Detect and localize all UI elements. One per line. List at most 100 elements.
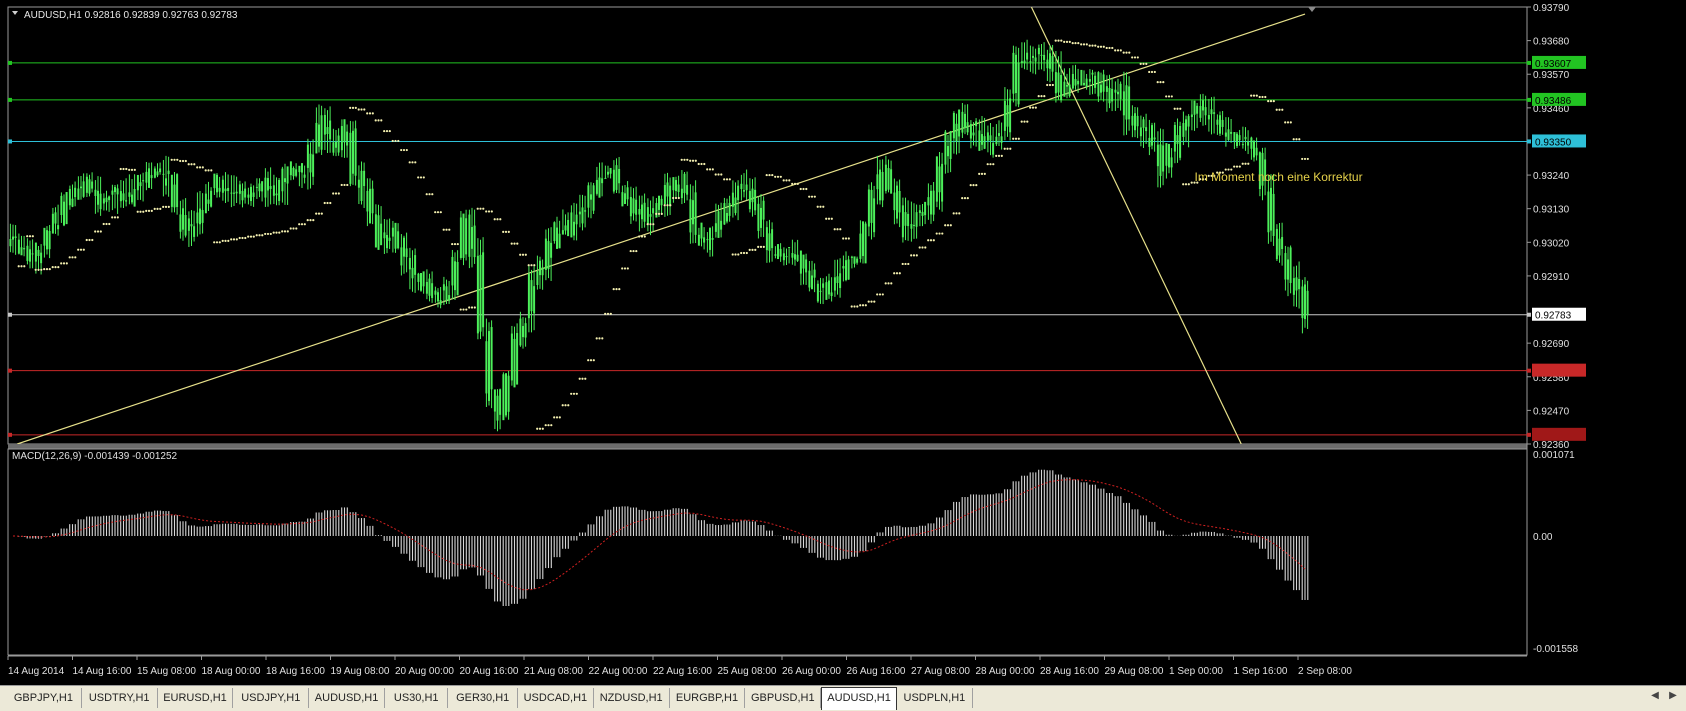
candle-body: [1202, 100, 1204, 111]
sar-dot: [170, 158, 173, 161]
tab-audusd-h1[interactable]: AUDUSD,H1: [309, 688, 385, 708]
tab-gbpjpy-h1[interactable]: GBPJPY,H1: [6, 688, 82, 708]
candle-body: [709, 228, 711, 250]
tab-eurusd-h1[interactable]: EURUSD,H1: [158, 688, 234, 708]
sar-dot: [978, 172, 981, 175]
candle-body: [182, 208, 184, 230]
price-level-badge: [1532, 363, 1586, 377]
time-tick-label: 22 Aug 00:00: [589, 666, 648, 677]
sar-dot: [980, 172, 984, 175]
candle-body: [434, 290, 437, 295]
candle-body: [1219, 115, 1221, 134]
candle-body: [1003, 100, 1006, 131]
chart-window[interactable]: AUDUSD,H1 0.92816 0.92839 0.92763 0.9278…: [0, 0, 1686, 711]
candle-body: [913, 224, 915, 226]
chart-canvas[interactable]: AUDUSD,H1 0.92816 0.92839 0.92763 0.9278…: [0, 0, 1686, 685]
sar-dot: [918, 246, 921, 249]
candle-body: [1236, 133, 1238, 147]
candle-body: [1051, 55, 1054, 72]
candle-body: [1136, 115, 1139, 127]
sar-dot: [340, 183, 343, 187]
sar-dot: [1037, 94, 1040, 98]
candle-body: [825, 282, 828, 300]
sar-dot: [1306, 157, 1309, 161]
sar-dot: [150, 209, 153, 212]
candle-body: [607, 171, 609, 175]
sar-dot: [1014, 137, 1018, 140]
candle-body: [320, 115, 323, 150]
sar-dot: [468, 306, 471, 309]
candle-body: [958, 109, 961, 137]
candle-body: [65, 192, 68, 225]
tab-ger30-h1[interactable]: GER30,H1: [448, 688, 518, 708]
sar-dot: [791, 182, 794, 185]
candle-body: [1295, 277, 1298, 291]
sar-dot: [309, 219, 312, 222]
candle-body: [261, 181, 264, 192]
tab-usdjpy-h1[interactable]: USDJPY,H1: [233, 688, 310, 708]
sar-dot: [422, 176, 425, 179]
sar-dot: [793, 182, 797, 185]
sar-dot: [561, 404, 564, 407]
candle-body: [697, 234, 700, 246]
sar-dot: [572, 392, 576, 395]
candle-body: [728, 202, 731, 216]
candle-body: [669, 185, 672, 207]
candle-body: [397, 231, 400, 249]
candle-body: [439, 299, 442, 305]
candle-body: [403, 237, 405, 257]
candle-body: [1145, 127, 1148, 132]
sar-dot: [94, 230, 97, 233]
tab-usdpln-h1[interactable]: USDPLN,H1: [897, 688, 973, 708]
sar-dot: [349, 106, 352, 109]
candle-body: [298, 165, 301, 173]
sar-dot: [227, 239, 230, 242]
time-tick-label: 14 Aug 16:00: [73, 666, 132, 677]
sar-dot: [1275, 108, 1278, 111]
sar-dot: [1176, 107, 1179, 110]
candle-body: [1210, 109, 1213, 115]
tab-scroll-right-icon[interactable]: ▶: [1666, 690, 1680, 701]
sar-dot: [68, 256, 71, 259]
sar-dot: [323, 201, 326, 205]
candle-body: [1043, 54, 1046, 61]
candle-body: [190, 224, 193, 227]
sar-dot: [1272, 100, 1275, 103]
candle-body: [901, 205, 904, 238]
tab-audusd-h1[interactable]: AUDUSD,H1: [821, 687, 897, 710]
sar-dot: [847, 237, 850, 240]
candle-body: [524, 323, 527, 338]
sar-dot: [689, 159, 692, 162]
candle-body: [680, 188, 683, 199]
candle-body: [97, 190, 99, 205]
candle-body: [947, 146, 949, 157]
candle-body: [462, 213, 465, 258]
sar-dot: [1159, 81, 1162, 84]
candle-body: [1204, 107, 1207, 116]
candle-body: [564, 225, 567, 231]
tab-nzdusd-h1[interactable]: NZDUSD,H1: [594, 688, 670, 708]
sar-dot: [258, 234, 261, 237]
sar-dot: [927, 239, 930, 242]
sar-dot: [31, 235, 34, 238]
candle-body: [369, 188, 371, 224]
candle-body: [1179, 125, 1182, 158]
sar-dot: [374, 119, 377, 122]
tab-gbpusd-h1[interactable]: GBPUSD,H1: [745, 688, 822, 708]
tab-scroll-left-icon[interactable]: ◀: [1648, 690, 1662, 701]
sar-dot: [493, 218, 496, 221]
tab-us30-h1[interactable]: US30,H1: [385, 688, 449, 708]
sar-dot: [224, 239, 227, 242]
candle-body: [740, 183, 743, 190]
candle-body: [23, 248, 26, 250]
sar-dot: [632, 249, 635, 253]
sar-dot: [334, 192, 338, 195]
candle-body: [941, 163, 944, 202]
tab-eurgbp-h1[interactable]: EURGBP,H1: [670, 688, 746, 708]
candle-body: [1034, 57, 1037, 62]
candle-body: [57, 225, 60, 230]
sar-dot: [966, 197, 969, 200]
tab-usdtry-h1[interactable]: USDTRY,H1: [82, 688, 158, 708]
sar-dot: [904, 262, 907, 266]
tab-usdcad-h1[interactable]: USDCAD,H1: [518, 688, 594, 708]
